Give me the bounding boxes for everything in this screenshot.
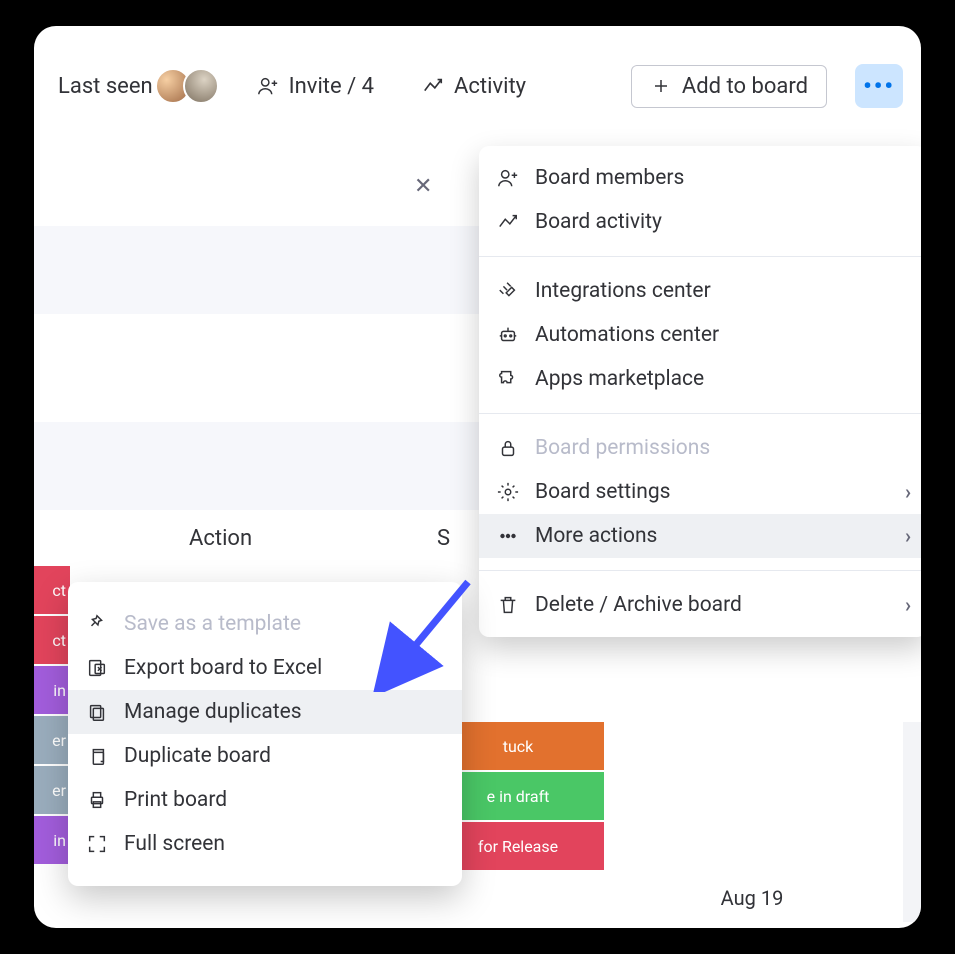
menu-item-label: Apps marketplace [535,367,704,391]
row-pill: in [34,816,70,864]
menu-item-export-excel[interactable]: Export board to Excel [68,646,462,690]
menu-item-board-activity[interactable]: Board activity [479,200,921,244]
chevron-right-icon: › [905,480,911,504]
person-plus-icon [257,75,279,97]
person-plus-icon [497,167,519,189]
lock-icon [497,437,519,459]
menu-item-board-members[interactable]: Board members [479,156,921,200]
menu-item-label: Board activity [535,210,662,234]
menu-item-settings[interactable]: Board settings › [479,470,921,514]
menu-item-label: Print board [124,788,227,812]
menu-item-dup-board[interactable]: Duplicate board [68,734,462,778]
gear-icon [497,481,519,503]
board-menu: Board members Board activity Integrations … [479,146,921,637]
copy-icon [86,745,108,767]
row-pill: in [34,666,70,714]
menu-item-label: Full screen [124,832,225,856]
menu-item-integrations[interactable]: Integrations center [479,269,921,313]
trash-icon [497,594,519,616]
activity-label: Activity [454,74,526,99]
excel-icon [86,657,108,679]
menu-item-save-template: Save as a template [68,602,462,646]
menu-item-label: Duplicate board [124,744,271,768]
plug-icon [497,280,519,302]
pin-icon [86,613,108,635]
expand-icon [86,833,108,855]
menu-item-print[interactable]: Print board [68,778,462,822]
menu-item-apps[interactable]: Apps marketplace [479,357,921,401]
more-options-button[interactable]: ••• [855,64,903,108]
left-row-pills: ctctinererin [34,566,70,864]
menu-item-label: Manage duplicates [124,700,302,724]
menu-item-full[interactable]: Full screen [68,822,462,866]
invite-button[interactable]: Invite / 4 [247,68,384,105]
menu-item-manage-dup[interactable]: Manage duplicates [68,690,462,734]
dots-icon [497,525,519,547]
chevron-right-icon: › [905,593,911,617]
copies-icon [86,701,108,723]
last-seen-label: Last seen [58,74,153,99]
menu-item-automations[interactable]: Automations center [479,313,921,357]
robot-icon [497,324,519,346]
board-header: Last seen Invite / 4 Activity Add to boa… [34,26,921,146]
column-header-action: Action [189,526,252,551]
add-to-board-button[interactable]: Add to board [631,65,827,108]
row-pill: ct [34,616,70,664]
last-seen: Last seen [58,68,219,104]
menu-item-label: Export board to Excel [124,656,322,680]
puzzle-icon [497,368,519,390]
plus-icon [650,75,672,97]
menu-item-more[interactable]: More actions › [479,514,921,558]
menu-item-label: Board members [535,166,684,190]
menu-item-label: Board settings [535,480,671,504]
row-pill: er [34,716,70,764]
menu-item-label: Save as a template [124,612,301,636]
avatar[interactable] [183,68,219,104]
activity-icon [422,75,444,97]
activity-icon [497,211,519,233]
print-icon [86,789,108,811]
menu-item-delete[interactable]: Delete / Archive board › [479,583,921,627]
chevron-right-icon: › [905,524,911,548]
close-icon[interactable]: ✕ [414,174,432,199]
date-cell: Aug 19 [604,874,900,922]
invite-label: Invite / 4 [289,74,374,99]
menu-item-label: Automations center [535,323,719,347]
menu-item-label: Integrations center [535,279,711,303]
more-actions-submenu: Save as a template Export board to Excel M… [68,582,462,886]
more-dots-icon: ••• [863,72,895,100]
right-edge [903,722,921,922]
activity-button[interactable]: Activity [412,68,536,105]
menu-item-label: More actions [535,524,657,548]
row-pill: er [34,766,70,814]
avatars[interactable] [163,68,219,104]
add-to-board-label: Add to board [682,74,808,99]
menu-item-label: Board permissions [535,436,710,460]
column-header-s: S [437,526,450,551]
menu-item-label: Delete / Archive board [535,593,742,617]
menu-item-permissions: Board permissions [479,426,921,470]
row-pill: ct [34,566,70,614]
